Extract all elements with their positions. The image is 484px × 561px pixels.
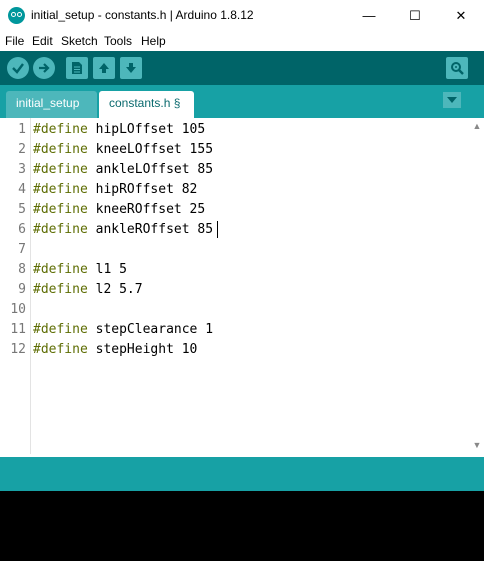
code-text: kneeROffset 25 xyxy=(87,202,206,217)
arduino-logo-icon xyxy=(8,7,25,24)
upload-button[interactable] xyxy=(33,57,55,79)
tab-menu-button[interactable] xyxy=(443,92,461,108)
code-text: hipLOffset 105 xyxy=(87,122,206,137)
define-keyword: #define xyxy=(33,342,88,357)
chevron-down-icon xyxy=(447,97,457,103)
upload-icon xyxy=(39,63,50,73)
open-sketch-button[interactable] xyxy=(93,57,115,79)
code-text: l1 5 xyxy=(87,262,127,277)
code-line[interactable]: #define l2 5.7 xyxy=(33,280,143,300)
define-keyword: #define xyxy=(33,122,88,137)
close-button[interactable]: ✕ xyxy=(438,0,484,31)
verify-button[interactable] xyxy=(7,57,29,79)
line-number: 3 xyxy=(18,162,26,177)
menu-file[interactable]: File xyxy=(5,34,24,48)
line-number: 10 xyxy=(10,302,26,317)
menu-sketch[interactable]: Sketch xyxy=(61,34,98,48)
code-text: kneeLOffset 155 xyxy=(87,142,214,157)
code-line[interactable]: #define ankleLOffset 85 xyxy=(33,160,213,180)
menu-bar: File Edit Sketch Tools Help xyxy=(0,31,484,51)
code-line[interactable]: #define hipLOffset 105 xyxy=(33,120,205,140)
serial-monitor-icon xyxy=(451,62,464,75)
line-number: 11 xyxy=(10,322,26,337)
define-keyword: #define xyxy=(33,142,88,157)
code-line[interactable]: #define stepHeight 10 xyxy=(33,340,197,360)
menu-edit[interactable]: Edit xyxy=(32,34,53,48)
save-icon xyxy=(126,63,136,73)
console-output[interactable] xyxy=(0,491,484,561)
line-number: 4 xyxy=(18,182,26,197)
code-line[interactable]: #define ankleROffset 85 xyxy=(33,220,213,240)
line-number: 2 xyxy=(18,142,26,157)
define-keyword: #define xyxy=(33,182,88,197)
define-keyword: #define xyxy=(33,222,88,237)
code-line[interactable]: #define stepClearance 1 xyxy=(33,320,213,340)
code-text: stepClearance 1 xyxy=(87,322,214,337)
define-keyword: #define xyxy=(33,282,88,297)
window-title: initial_setup - constants.h | Arduino 1.… xyxy=(31,8,254,22)
code-text: l2 5.7 xyxy=(87,282,143,297)
new-sketch-button[interactable] xyxy=(66,57,88,79)
line-number: 7 xyxy=(18,242,26,257)
scroll-up-arrow-icon[interactable]: ▲ xyxy=(471,120,483,132)
scroll-down-arrow-icon[interactable]: ▼ xyxy=(471,439,483,451)
define-keyword: #define xyxy=(33,262,88,277)
line-number: 8 xyxy=(18,262,26,277)
code-text: ankleROffset 85 xyxy=(87,222,214,237)
code-text: stepHeight 10 xyxy=(87,342,198,357)
code-line[interactable]: #define hipROffset 82 xyxy=(33,180,197,200)
code-line[interactable]: #define kneeLOffset 155 xyxy=(33,140,213,160)
minimize-button[interactable]: — xyxy=(346,0,392,31)
status-bar xyxy=(0,457,484,491)
new-icon xyxy=(72,62,82,74)
save-sketch-button[interactable] xyxy=(120,57,142,79)
tab-initial-setup[interactable]: initial_setup xyxy=(6,91,97,118)
code-line[interactable]: #define kneeROffset 25 xyxy=(33,200,205,220)
define-keyword: #define xyxy=(33,162,88,177)
line-number: 9 xyxy=(18,282,26,297)
verify-icon xyxy=(12,63,24,74)
menu-tools[interactable]: Tools xyxy=(104,34,132,48)
serial-monitor-button[interactable] xyxy=(446,57,468,79)
code-line[interactable]: #define l1 5 xyxy=(33,260,127,280)
maximize-button[interactable]: ☐ xyxy=(392,0,438,31)
line-number: 1 xyxy=(18,122,26,137)
define-keyword: #define xyxy=(33,202,88,217)
open-icon xyxy=(99,63,109,73)
define-keyword: #define xyxy=(33,322,88,337)
code-text: ankleLOffset 85 xyxy=(87,162,214,177)
tab-constants-h[interactable]: constants.h § xyxy=(99,91,194,118)
line-number: 5 xyxy=(18,202,26,217)
line-number: 12 xyxy=(10,342,26,357)
text-caret xyxy=(217,221,218,238)
line-number: 6 xyxy=(18,222,26,237)
menu-help[interactable]: Help xyxy=(141,34,166,48)
title-bar: initial_setup - constants.h | Arduino 1.… xyxy=(0,0,484,31)
code-text: hipROffset 82 xyxy=(87,182,198,197)
